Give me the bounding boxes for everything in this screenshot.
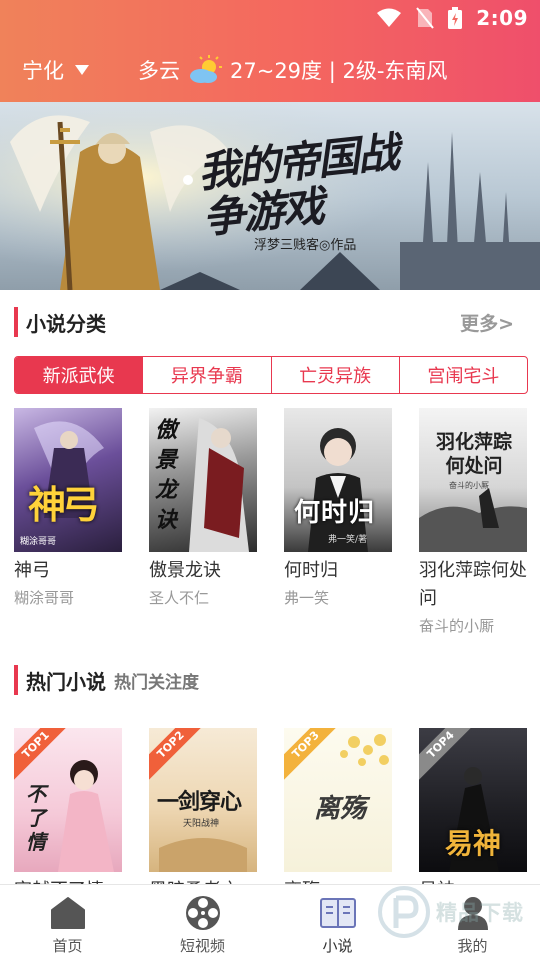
- hot-section-title: 热门小说: [26, 669, 106, 694]
- city-name: 宁化: [22, 59, 64, 83]
- tab-undead[interactable]: 亡灵异族: [272, 357, 400, 393]
- book-cover-title: 羽化萍踪何处问: [435, 431, 512, 477]
- tabbar-item-short-video[interactable]: 短视频: [135, 885, 270, 960]
- book-cover: 傲景龙诀: [149, 408, 257, 552]
- book-cover-title: 何时归: [294, 498, 376, 528]
- book-cover-author: 奋斗的小厮: [449, 481, 489, 490]
- weather-condition: 多云: [138, 59, 180, 83]
- dropdown-arrow-icon: [75, 65, 89, 75]
- book-cover: 羽化萍踪何处问 奋斗的小厮: [419, 408, 527, 552]
- book-cover-author: 弗一笑/著: [328, 535, 368, 545]
- partly-cloudy-icon: [190, 55, 222, 83]
- tabbar-label: 我的: [457, 937, 488, 955]
- bottom-tab-bar: 首页 短视频 小说 我的: [0, 884, 540, 960]
- book-cover: TOP2 一剑穿心 天阳战神: [149, 728, 257, 872]
- category-section-title: 小说分类: [26, 311, 106, 336]
- book-cover-title: 神弓: [28, 483, 100, 527]
- book-cover-title: 易神: [445, 827, 502, 860]
- hot-section-subtitle: 热门关注度: [114, 672, 199, 693]
- hot-book-card[interactable]: TOP3 离殇 离殇: [284, 728, 394, 905]
- book-cover-title: 不了情: [26, 782, 46, 854]
- category-section-header: 小说分类 更多>: [14, 300, 526, 344]
- book-card[interactable]: 神弓 糊涂哥哥 神弓 糊涂哥哥: [14, 408, 124, 609]
- tabbar-item-novel[interactable]: 小说: [270, 885, 405, 960]
- city-selector[interactable]: 宁化: [22, 55, 90, 85]
- status-bar: 2:09: [376, 4, 528, 32]
- book-cover: TOP4 易神: [419, 728, 527, 872]
- book-author: 糊涂哥哥: [14, 589, 75, 607]
- tabbar-item-mine[interactable]: 我的: [405, 885, 540, 960]
- hot-section-header: 热门小说 热门关注度: [14, 658, 526, 702]
- tabbar-label: 短视频: [179, 937, 225, 955]
- weather-info: 多云 27~29度 | 2级-东南风: [138, 55, 447, 85]
- book-card[interactable]: 羽化萍踪何处问 奋斗的小厮 羽化萍踪何处问 奋斗的小厮: [419, 408, 529, 637]
- battery-charging-icon: [448, 7, 463, 29]
- book-author: 奋斗的小厮: [419, 617, 495, 635]
- book-icon: [319, 895, 356, 931]
- hot-book-card[interactable]: TOP4 易神 易神: [419, 728, 529, 905]
- home-icon: [50, 895, 86, 931]
- book-cover: TOP1 不了情: [14, 728, 122, 872]
- hot-book-card[interactable]: TOP2 一剑穿心 天阳战神 黑暗勇者之: [149, 728, 259, 905]
- status-time: 2:09: [476, 6, 528, 30]
- tab-otherworld[interactable]: 异界争霸: [143, 357, 272, 393]
- wifi-icon: [377, 8, 402, 27]
- book-cover-title: 离殇: [314, 794, 367, 824]
- book-card[interactable]: 傲景龙诀 傲景龙诀 圣人不仁: [149, 408, 259, 609]
- book-author: 圣人不仁: [149, 589, 210, 607]
- tabbar-label: 首页: [52, 937, 83, 955]
- book-title: 傲景龙诀: [149, 560, 221, 581]
- book-cover: 神弓 糊涂哥哥: [14, 408, 122, 552]
- user-icon: [455, 895, 491, 931]
- banner-subtitle: 浮梦三贱客◎作品: [254, 238, 357, 253]
- book-cover-author: 天阳战神: [183, 819, 220, 829]
- tabbar-label: 小说: [322, 937, 353, 955]
- tab-palace[interactable]: 宫闱宅斗: [400, 357, 527, 393]
- section-accent-bar: [14, 307, 18, 337]
- promo-banner[interactable]: 我的帝国战争游戏 浮梦三贱客◎作品: [0, 102, 540, 290]
- more-link[interactable]: 更多>: [460, 309, 514, 336]
- hot-book-card[interactable]: TOP1 不了情 穿越不了情: [14, 728, 124, 905]
- book-title: 羽化萍踪何处问: [419, 560, 527, 609]
- book-cover-title: 傲景龙诀: [155, 418, 178, 533]
- book-author: 弗一笑: [284, 589, 330, 607]
- book-cover-author: 糊涂哥哥: [20, 537, 57, 547]
- top-header: 2:09 宁化 多云 27~29度 | 2级-东南风: [0, 0, 540, 102]
- book-cover: 何时归 弗一笑/著: [284, 408, 392, 552]
- book-cover-title: 一剑穿心: [157, 790, 242, 815]
- category-tabs: 新派武侠 异界争霸 亡灵异族 宫闱宅斗: [14, 356, 528, 394]
- no-sim-icon: [416, 7, 435, 29]
- tabbar-item-home[interactable]: 首页: [0, 885, 135, 960]
- film-reel-icon: [185, 895, 221, 931]
- book-title: 何时归: [284, 560, 338, 581]
- section-accent-bar: [14, 665, 18, 695]
- book-cover: TOP3 离殇: [284, 728, 392, 872]
- book-card[interactable]: 何时归 弗一笑/著 何时归 弗一笑: [284, 408, 394, 609]
- weather-row: 宁化 多云 27~29度 | 2级-东南风: [0, 50, 540, 90]
- book-title: 神弓: [14, 560, 50, 581]
- tab-new-wuxia[interactable]: 新派武侠: [15, 357, 144, 393]
- weather-detail: 27~29度 | 2级-东南风: [230, 59, 448, 83]
